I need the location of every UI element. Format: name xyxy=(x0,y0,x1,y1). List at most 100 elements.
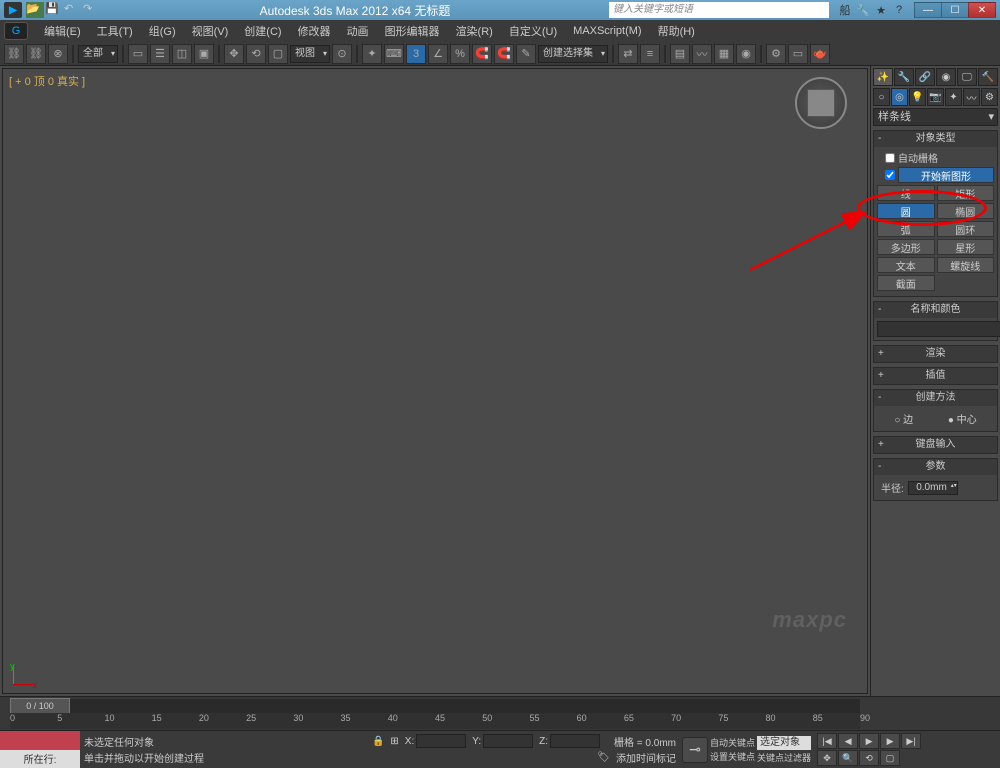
layers-icon[interactable]: ▤ xyxy=(670,44,690,64)
info-icon[interactable]: 船 xyxy=(837,2,853,18)
goto-start-icon[interactable]: |◀ xyxy=(817,733,837,749)
menu-animation[interactable]: 动画 xyxy=(339,20,377,42)
btn-circle[interactable]: 圆 xyxy=(877,203,935,219)
startnew-checkbox[interactable] xyxy=(885,170,895,180)
selection-filter-combo[interactable]: 全部 xyxy=(78,45,118,63)
add-time-tag[interactable]: 添加时间标记 xyxy=(616,750,676,765)
qat-save-icon[interactable]: 💾 xyxy=(45,2,63,18)
move-icon[interactable]: ✥ xyxy=(224,44,244,64)
minimize-button[interactable]: — xyxy=(914,2,942,18)
nav-zoom-icon[interactable]: 🔍 xyxy=(838,750,858,766)
coord-y-input[interactable] xyxy=(483,734,533,748)
btn-text[interactable]: 文本 xyxy=(877,257,935,273)
window-crossing-icon[interactable]: ▣ xyxy=(194,44,214,64)
time-slider-thumb[interactable]: 0 / 100 xyxy=(10,698,70,714)
menu-render[interactable]: 渲染(R) xyxy=(448,20,501,42)
btn-rectangle[interactable]: 矩形 xyxy=(937,185,995,201)
next-frame-icon[interactable]: ▶ xyxy=(880,733,900,749)
btn-line[interactable]: 线 xyxy=(877,185,935,201)
nav-pan-icon[interactable]: ✥ xyxy=(817,750,837,766)
tab-hierarchy[interactable]: 🔗 xyxy=(915,68,935,86)
snap2-icon[interactable]: 🧲 xyxy=(494,44,514,64)
auto-key-button[interactable]: 自动关键点 xyxy=(710,736,755,749)
scale-icon[interactable]: ▢ xyxy=(268,44,288,64)
help-icon[interactable]: ? xyxy=(891,2,907,18)
coord-z-input[interactable] xyxy=(550,734,600,748)
menu-group[interactable]: 组(G) xyxy=(141,20,184,42)
star-icon[interactable]: ★ xyxy=(873,2,889,18)
align-icon[interactable]: ≡ xyxy=(640,44,660,64)
set-key-button[interactable]: ⊸ xyxy=(682,737,708,763)
pivot-icon[interactable]: ⊙ xyxy=(332,44,352,64)
cat-systems-icon[interactable]: ⚙ xyxy=(981,88,998,106)
tab-modify[interactable]: 🔧 xyxy=(894,68,914,86)
bind-icon[interactable]: ⊗ xyxy=(48,44,68,64)
viewport[interactable]: [ + 0 顶 0 真实 ] yx maxpc xyxy=(2,68,868,694)
tab-display[interactable]: 🖵 xyxy=(957,68,977,86)
viewcube[interactable] xyxy=(795,77,847,129)
refcoord-combo[interactable]: 视图 xyxy=(290,45,330,63)
percent-snap-icon[interactable]: % xyxy=(450,44,470,64)
mirror-icon[interactable]: ⇄ xyxy=(618,44,638,64)
render-setup-icon[interactable]: ⚙ xyxy=(766,44,786,64)
nav-max-icon[interactable]: ▢ xyxy=(880,750,900,766)
cat-warps-icon[interactable]: 〰 xyxy=(963,88,980,106)
tool-icon[interactable]: 🔧 xyxy=(855,2,871,18)
nav-orbit-icon[interactable]: ⟲ xyxy=(859,750,879,766)
qat-redo-icon[interactable]: ↷ xyxy=(83,2,101,18)
snap3-icon[interactable]: ✎ xyxy=(516,44,536,64)
btn-star[interactable]: 星形 xyxy=(937,239,995,255)
material-icon[interactable]: ◉ xyxy=(736,44,756,64)
time-slider-track[interactable]: 0 / 100 xyxy=(10,699,860,713)
radio-edge[interactable]: ○ 边 xyxy=(894,411,913,426)
spinner-snap-icon[interactable]: 🧲 xyxy=(472,44,492,64)
key-filter-button[interactable]: 关键点过滤器 xyxy=(757,751,811,764)
select-name-icon[interactable]: ☰ xyxy=(150,44,170,64)
time-ruler[interactable]: 051015202530354045505560657075808590 xyxy=(10,713,860,729)
unlink-icon[interactable]: ⛓ xyxy=(26,44,46,64)
btn-ngon[interactable]: 多边形 xyxy=(877,239,935,255)
script-mini-listener[interactable] xyxy=(0,731,80,750)
curve-editor-icon[interactable]: 〰 xyxy=(692,44,712,64)
help-search-input[interactable]: 键入关键字或短语 xyxy=(609,2,829,18)
menu-grapheditor[interactable]: 图形编辑器 xyxy=(377,20,448,42)
menu-view[interactable]: 视图(V) xyxy=(184,20,237,42)
cat-lights-icon[interactable]: 💡 xyxy=(909,88,926,106)
autogrid-checkbox[interactable] xyxy=(885,153,895,163)
app-logo-icon[interactable]: G xyxy=(4,22,28,40)
btn-section[interactable]: 截面 xyxy=(877,275,935,291)
btn-arc[interactable]: 弧 xyxy=(877,221,935,237)
render-frame-icon[interactable]: ▭ xyxy=(788,44,808,64)
set-key-mode-button[interactable]: 设置关键点 xyxy=(710,750,755,763)
radio-center[interactable]: ● 中心 xyxy=(948,411,977,426)
radius-spinner[interactable]: 0.0mm xyxy=(908,481,958,495)
menu-customize[interactable]: 自定义(U) xyxy=(501,20,565,42)
shapes-category-dropdown[interactable]: 样条线 xyxy=(873,108,998,126)
named-selection-combo[interactable]: 创建选择集 xyxy=(538,45,608,63)
tab-create[interactable]: ✨ xyxy=(873,68,893,86)
cat-geometry-icon[interactable]: ○ xyxy=(873,88,890,106)
render-icon[interactable]: 🫖 xyxy=(810,44,830,64)
maximize-button[interactable]: ☐ xyxy=(941,2,969,18)
menu-modifiers[interactable]: 修改器 xyxy=(290,20,339,42)
btn-donut[interactable]: 圆环 xyxy=(937,221,995,237)
keyboard-icon[interactable]: ⌨ xyxy=(384,44,404,64)
btn-ellipse[interactable]: 椭圆 xyxy=(937,203,995,219)
object-name-input[interactable] xyxy=(877,321,1000,337)
menu-maxscript[interactable]: MAXScript(M) xyxy=(565,22,649,40)
menu-edit[interactable]: 编辑(E) xyxy=(36,20,89,42)
coord-x-input[interactable] xyxy=(416,734,466,748)
link-icon[interactable]: ⛓ xyxy=(4,44,24,64)
qat-open-icon[interactable]: 📂 xyxy=(26,2,44,18)
menu-tools[interactable]: 工具(T) xyxy=(89,20,141,42)
manipulate-icon[interactable]: ✦ xyxy=(362,44,382,64)
tab-utilities[interactable]: 🔨 xyxy=(978,68,998,86)
schematic-icon[interactable]: ▦ xyxy=(714,44,734,64)
viewport-label[interactable]: [ + 0 顶 0 真实 ] xyxy=(9,73,85,89)
menu-help[interactable]: 帮助(H) xyxy=(650,20,703,42)
rotate-icon[interactable]: ⟲ xyxy=(246,44,266,64)
qat-undo-icon[interactable]: ↶ xyxy=(64,2,82,18)
menu-create[interactable]: 创建(C) xyxy=(236,20,289,42)
goto-end-icon[interactable]: ▶| xyxy=(901,733,921,749)
tab-motion[interactable]: ◉ xyxy=(936,68,956,86)
